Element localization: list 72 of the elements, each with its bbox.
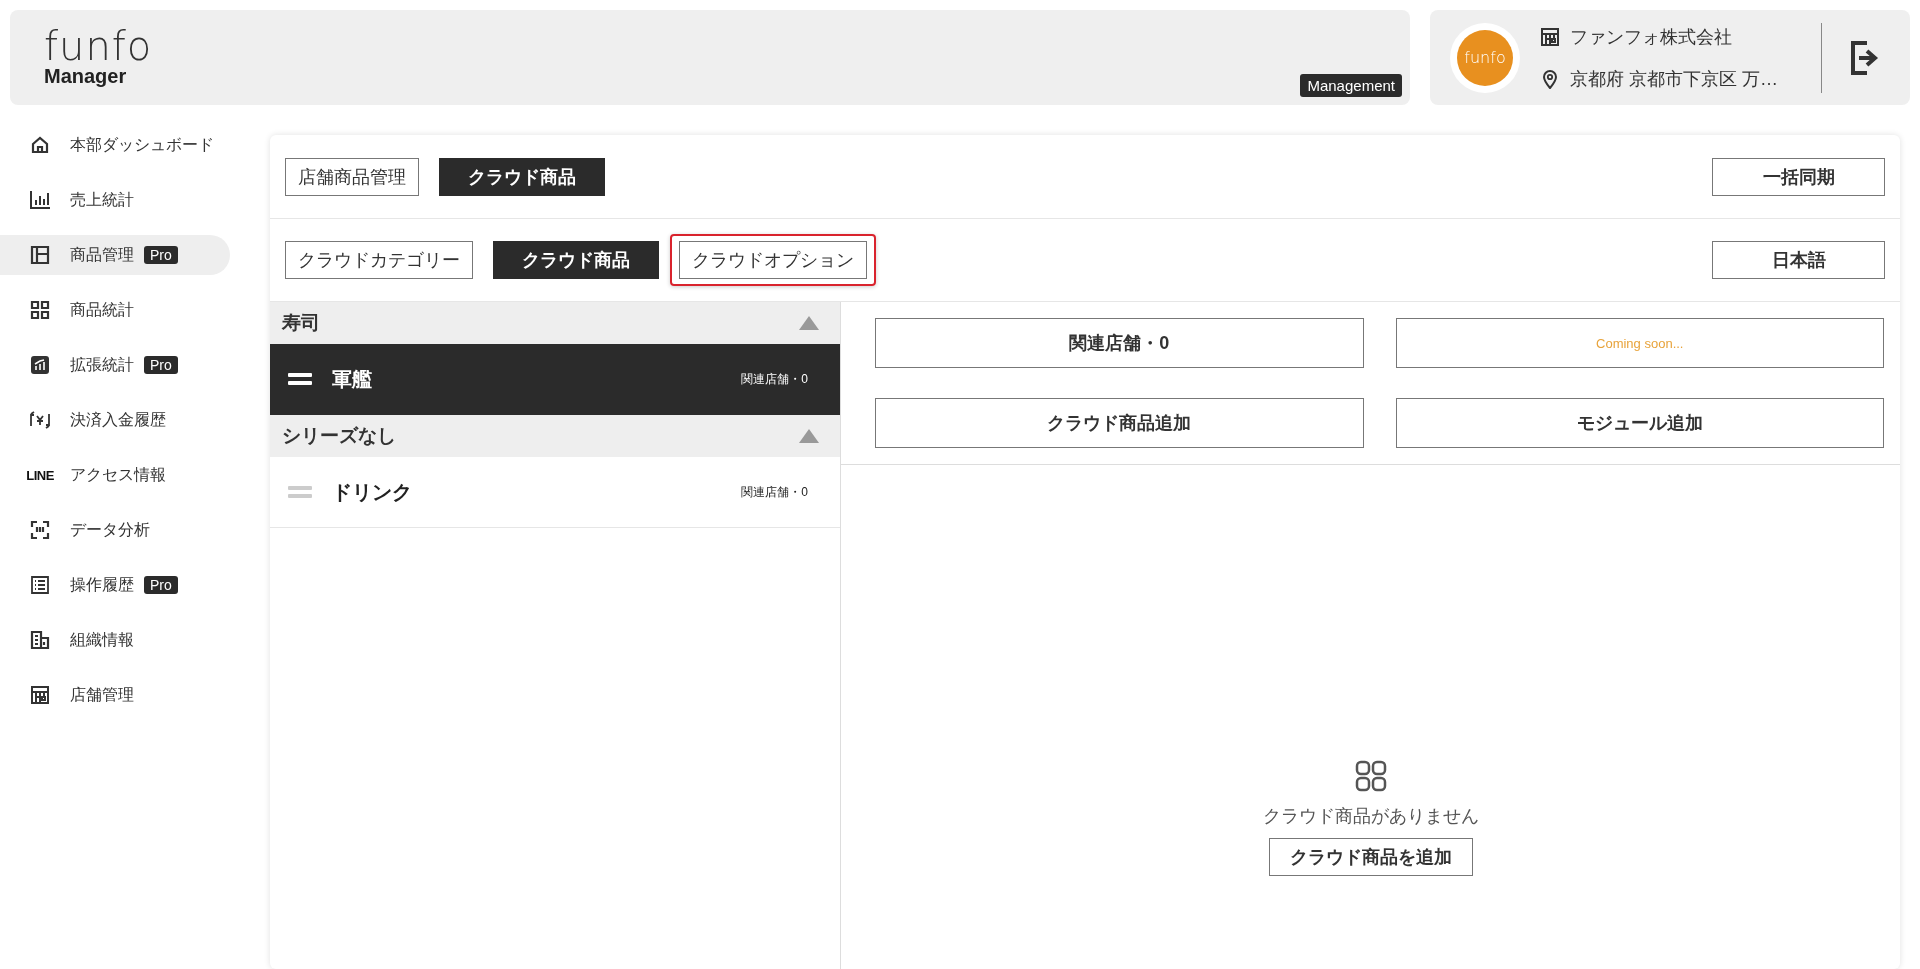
chart-icon [30, 355, 50, 375]
location-pin-icon [1540, 68, 1560, 89]
sidebar-item[interactable]: 店舗管理 [0, 675, 230, 715]
add-cloud-product-button[interactable]: クラウド商品を追加 [1268, 838, 1473, 876]
store-address: 京都府 京都市下京区 万… [1570, 67, 1778, 91]
sidebar-label: 操作履歴 [70, 574, 134, 595]
store-icon [30, 685, 50, 705]
sidebar-label: データ分析 [70, 519, 150, 540]
pro-badge: Pro [144, 356, 178, 374]
line-logo-icon: LINE [26, 467, 54, 483]
action-button[interactable]: クラウド商品追加 [875, 398, 1364, 448]
product-row[interactable]: 軍艦 関連店舗・0 [270, 344, 840, 415]
action-button[interactable]: 関連店舗・0 [875, 318, 1364, 368]
collapse-triangle-icon[interactable] [798, 428, 820, 444]
sidebar-label: 商品管理 [70, 244, 134, 265]
avatar-logo: funfo [1457, 29, 1513, 86]
grid-icon [1354, 760, 1387, 792]
logo-wordmark: funfo [44, 27, 153, 65]
sidebar-item[interactable]: LINE アクセス情報 [0, 455, 230, 495]
product-name: ドリンク [332, 479, 413, 505]
tab[interactable]: 店舗商品管理 [285, 157, 419, 196]
sidebar-item[interactable]: 組織情報 [0, 620, 230, 660]
sidebar-item[interactable]: 決済入金履歴 [0, 400, 230, 440]
list-icon [30, 575, 50, 595]
pro-badge: Pro [144, 576, 178, 594]
layout-icon [30, 245, 50, 265]
sidebar-item[interactable]: 商品統計 [0, 290, 230, 330]
tab[interactable]: クラウド商品 [439, 157, 605, 196]
sidebar-item[interactable]: 商品管理 Pro [0, 235, 230, 275]
sub-tab[interactable]: クラウドオプション [679, 241, 867, 279]
logo-subtitle: Manager [44, 65, 127, 88]
scan-icon [30, 520, 50, 540]
store-count: 関連店舗・0 [741, 370, 808, 388]
category-name: 寿司 [282, 311, 320, 335]
drag-handle-icon[interactable] [288, 486, 312, 498]
store-icon [1540, 26, 1560, 47]
sidebar-label: 組織情報 [70, 629, 134, 650]
sidebar-item[interactable]: データ分析 [0, 510, 230, 550]
category-header[interactable]: シリーズなし [270, 415, 840, 457]
sidebar-item[interactable]: 拡張統計 Pro [0, 345, 230, 385]
sidebar-item[interactable]: 売上統計 [0, 180, 230, 220]
language-button[interactable]: 日本語 [1712, 241, 1885, 279]
role-badge: Management [1300, 74, 1402, 97]
product-name: 軍艦 [332, 366, 373, 392]
action-button[interactable]: モジュール追加 [1395, 398, 1884, 448]
sub-tab[interactable]: クラウドカテゴリー [285, 241, 473, 279]
sidebar-label: 売上統計 [70, 189, 134, 210]
sidebar-label: 商品統計 [70, 299, 134, 320]
grid-icon [30, 300, 50, 320]
sidebar-label: 店舗管理 [70, 684, 134, 705]
building-icon [30, 630, 50, 650]
bulk-sync-button[interactable]: 一括同期 [1712, 157, 1885, 196]
company-name: ファンフォ株式会社 [1570, 25, 1732, 49]
sidebar-label: 決済入金履歴 [70, 409, 166, 430]
exchange-icon [29, 410, 51, 430]
sidebar-label: アクセス情報 [70, 464, 166, 485]
product-row[interactable]: ドリンク 関連店舗・0 [270, 457, 840, 528]
sub-tab[interactable]: クラウド商品 [493, 241, 659, 279]
sidebar-item[interactable]: 操作履歴 Pro [0, 565, 230, 605]
home-icon [30, 135, 50, 155]
drag-handle-icon[interactable] [288, 373, 312, 385]
category-name: シリーズなし [282, 424, 396, 448]
category-header[interactable]: 寿司 [270, 302, 840, 344]
sidebar-item[interactable]: 本部ダッシュボード [0, 125, 230, 165]
store-count: 関連店舗・0 [741, 483, 808, 501]
sidebar-label: 拡張統計 [70, 354, 134, 375]
sidebar-label: 本部ダッシュボード [70, 134, 214, 155]
logout-icon[interactable] [1850, 39, 1880, 76]
empty-message: クラウド商品がありません [1262, 805, 1479, 828]
bar-chart-icon [29, 190, 51, 210]
collapse-triangle-icon[interactable] [798, 315, 820, 331]
pro-badge: Pro [144, 246, 178, 264]
